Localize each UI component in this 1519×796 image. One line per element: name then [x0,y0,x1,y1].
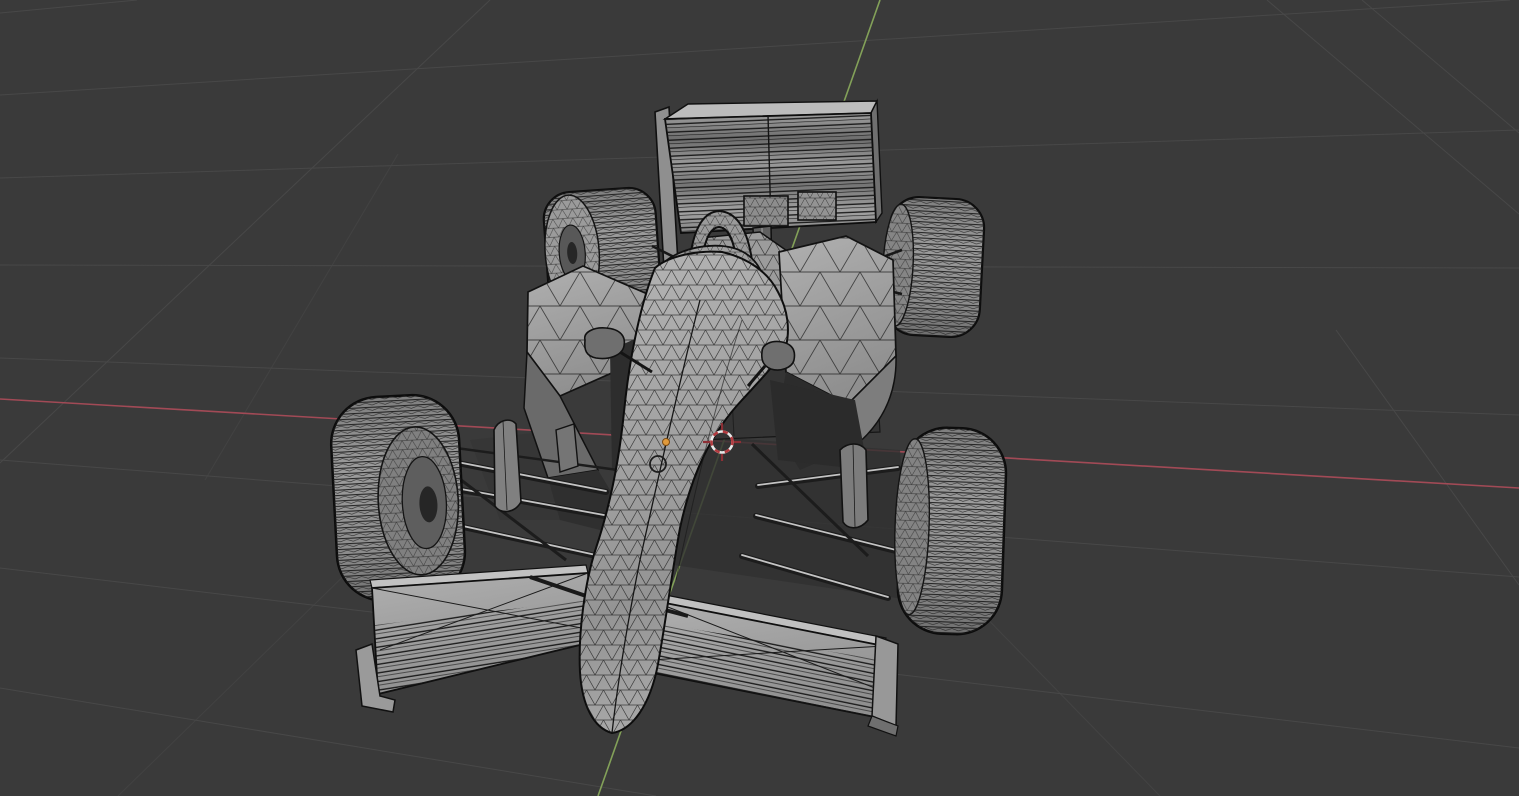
object-origin-dot[interactable] [662,438,670,446]
front-wheel-right [894,426,1008,636]
front-wheel-left [329,393,467,603]
3d-viewport[interactable]: Formula 1 race car — wireframe mesh [0,0,1519,796]
